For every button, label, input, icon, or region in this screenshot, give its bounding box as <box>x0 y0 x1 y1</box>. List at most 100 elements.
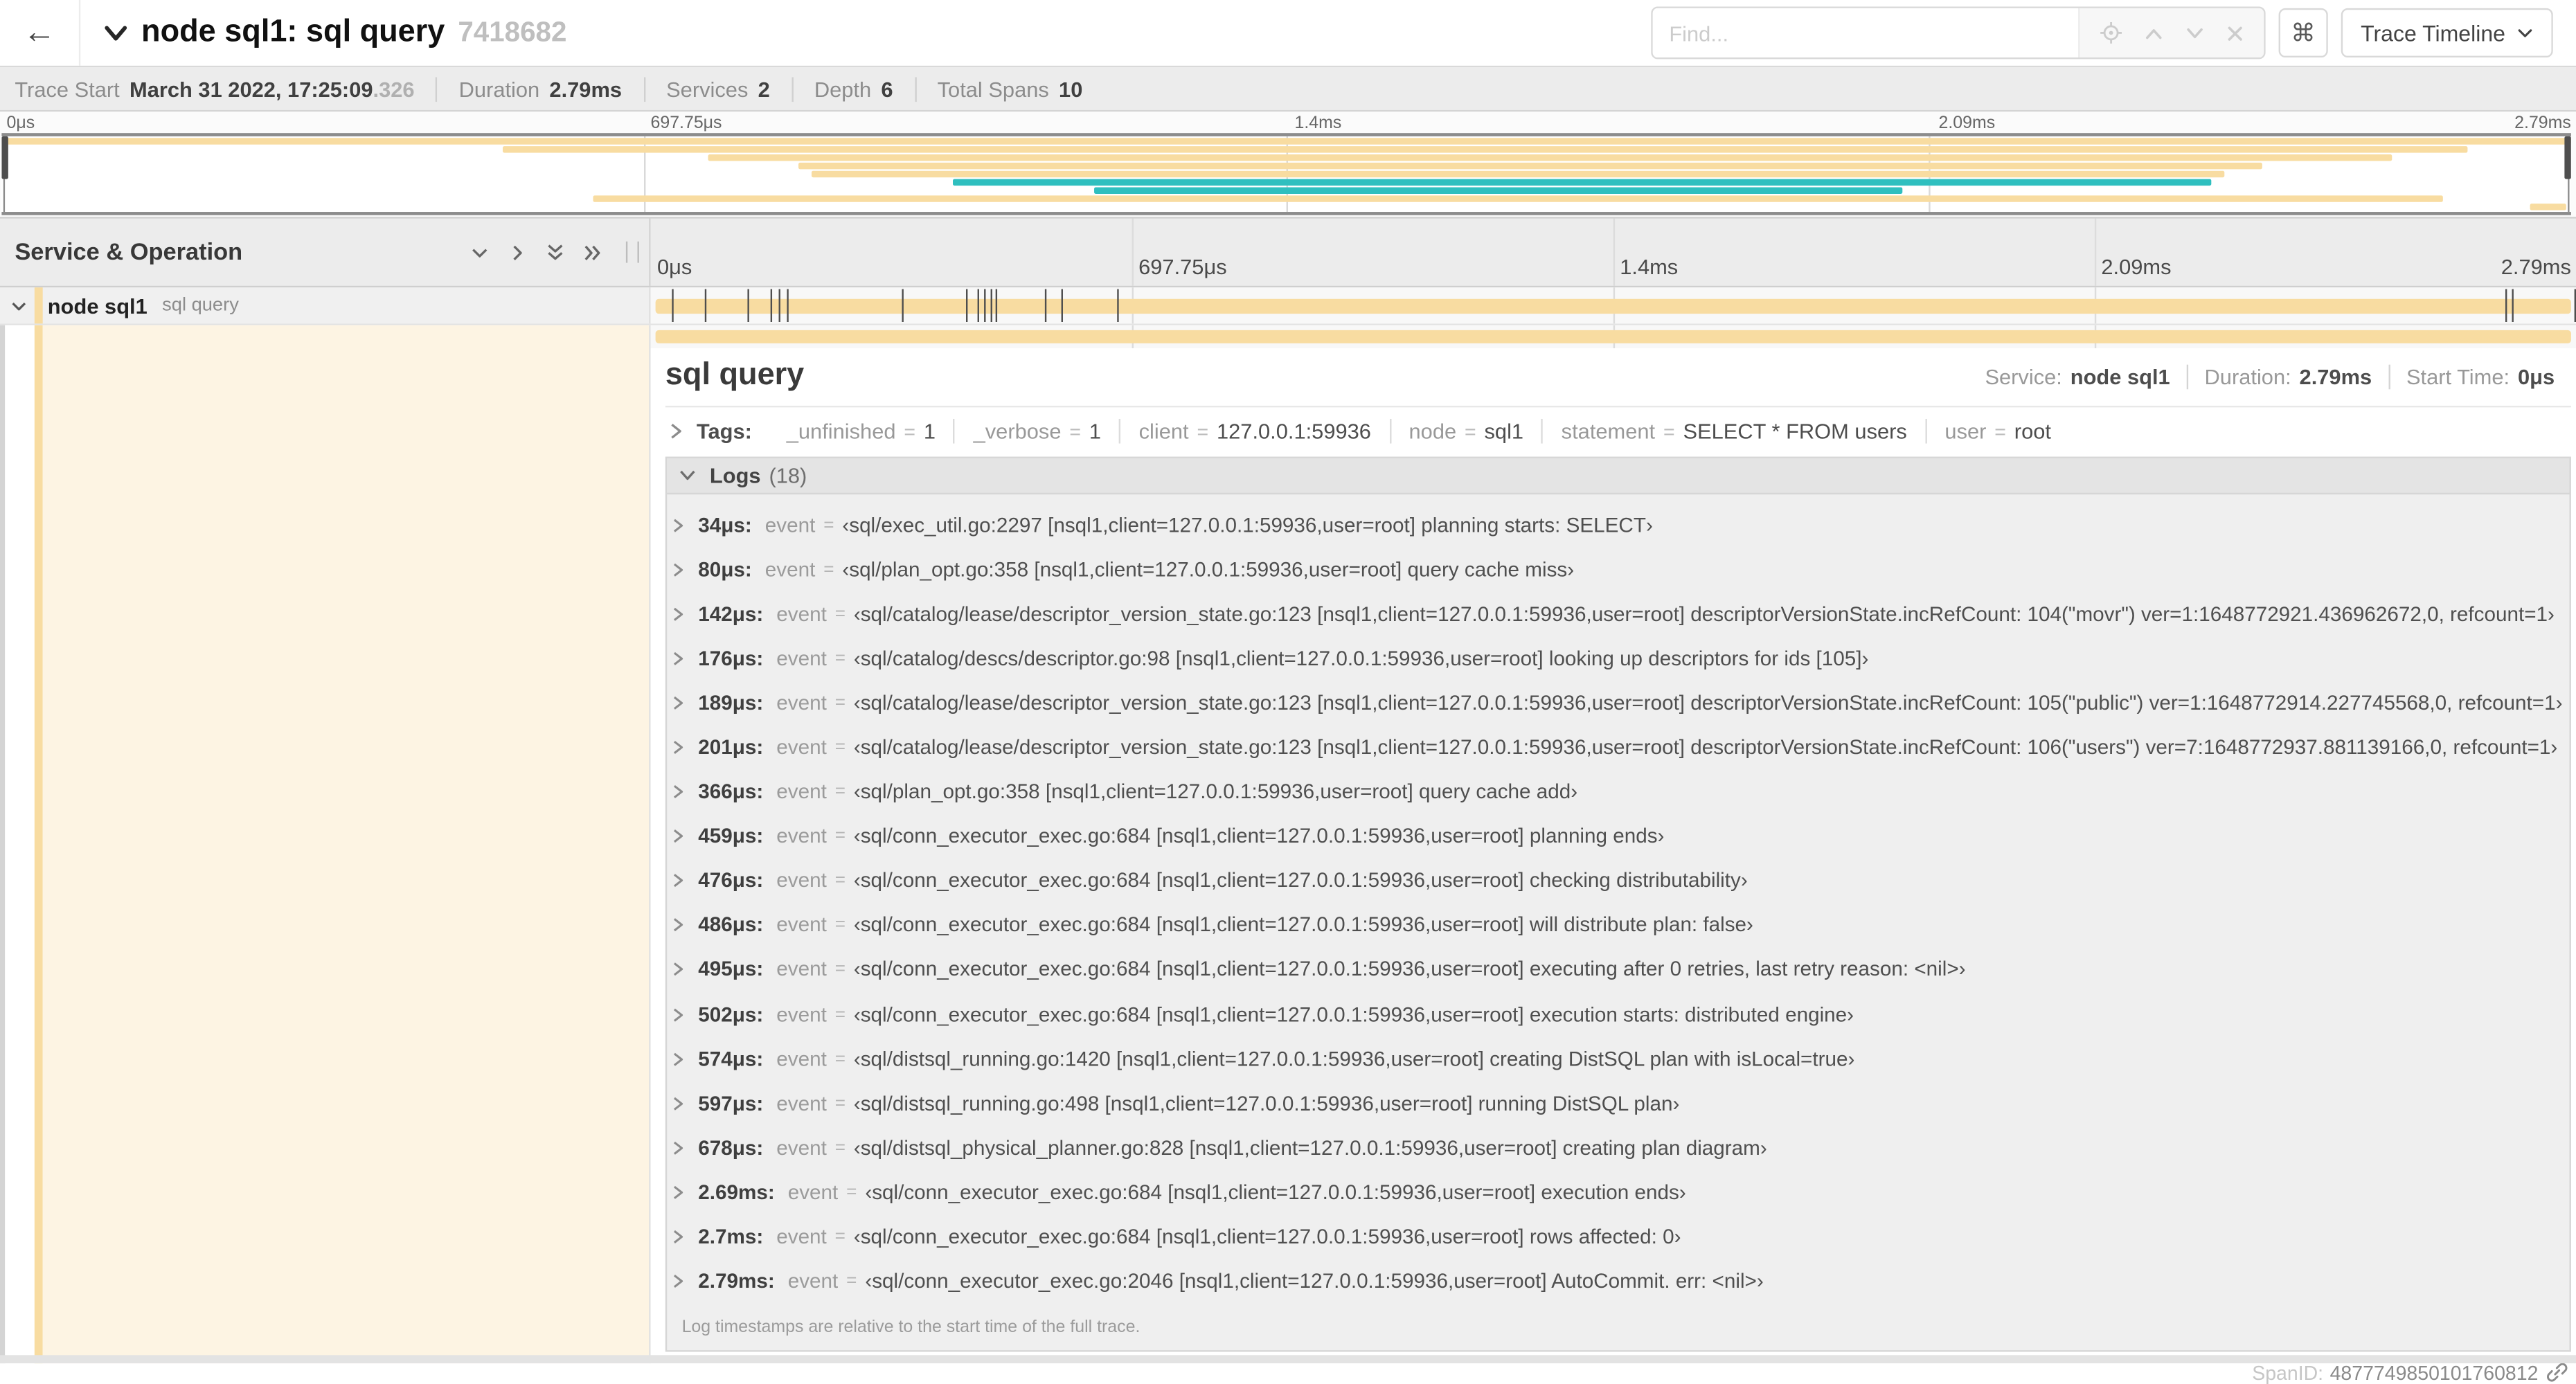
detail-meta-label: Service: <box>1985 364 2062 390</box>
chevron-down-icon[interactable] <box>679 468 697 483</box>
log-marker[interactable] <box>779 289 781 323</box>
log-marker[interactable] <box>746 289 749 323</box>
chevron-right-icon[interactable] <box>672 694 685 711</box>
log-message: ‹sql/distsql_running.go:1420 [nsql1,clie… <box>853 1047 1855 1071</box>
logs-label: Logs <box>709 463 761 488</box>
selected-span-highlight <box>42 325 650 1364</box>
chevron-right-icon[interactable] <box>672 606 685 622</box>
chevron-right-icon[interactable] <box>669 422 683 440</box>
trace-minimap[interactable]: 0μs 697.75μs 1.4ms 2.09ms 2.79ms <box>0 111 2576 217</box>
find-input[interactable] <box>1652 8 2079 58</box>
log-marker[interactable] <box>2512 289 2514 323</box>
span-collapse-chevron-icon[interactable] <box>10 296 28 314</box>
log-marker[interactable] <box>787 289 789 323</box>
tags-accordion[interactable]: Tags: _unfinished = 1 _verbose = 1 clien… <box>665 407 2571 453</box>
tag-key: user <box>1944 418 1987 444</box>
ruler-tick-label: 0μs <box>656 254 692 280</box>
chevron-right-icon[interactable] <box>672 1051 685 1068</box>
log-entry-row[interactable]: 189μs: event = ‹sql/catalog/lease/descri… <box>672 681 2569 725</box>
ruler-tick-label: 1.4ms <box>1620 254 1679 280</box>
trace-id: 7418682 <box>458 16 567 48</box>
minimap-tick-label: 697.75μs <box>650 113 722 134</box>
span-row-timeline-cell[interactable] <box>650 287 2576 324</box>
span-row[interactable]: node sql1 sql query <box>0 287 2576 325</box>
log-marker[interactable] <box>977 289 979 323</box>
back-button[interactable]: ← <box>0 0 81 66</box>
collapse-one-icon[interactable] <box>470 242 490 262</box>
log-marker[interactable] <box>990 289 992 323</box>
chevron-right-icon[interactable] <box>672 917 685 934</box>
expand-one-icon[interactable] <box>508 242 527 262</box>
chevron-right-icon[interactable] <box>672 650 685 667</box>
chevron-right-icon[interactable] <box>672 1095 685 1112</box>
log-entry-row[interactable]: 597μs: event = ‹sql/distsql_running.go:4… <box>672 1081 2569 1126</box>
logs-section: Logs (18) 34μs: event = ‹sql/exec_util.g… <box>665 456 2571 1351</box>
chevron-right-icon[interactable] <box>672 561 685 578</box>
prev-match-icon[interactable] <box>2144 26 2163 40</box>
log-marker[interactable] <box>1045 289 1047 323</box>
column-resize-handle[interactable] <box>625 241 639 263</box>
logs-accordion-header[interactable]: Logs (18) <box>667 458 2570 495</box>
log-entry-row[interactable]: 142μs: event = ‹sql/catalog/lease/descri… <box>672 592 2569 636</box>
collapse-all-icon[interactable] <box>546 242 565 262</box>
chevron-right-icon[interactable] <box>672 1184 685 1201</box>
detail-row-bar-zone <box>650 325 2576 348</box>
chevron-right-icon[interactable] <box>672 1229 685 1246</box>
span-detail-panel: sql query Service: node sql1 Duration: 2… <box>650 325 2576 1384</box>
tags-label: Tags: <box>696 418 752 444</box>
log-marker[interactable] <box>1061 289 1063 323</box>
log-entry-row[interactable]: 502μs: event = ‹sql/conn_executor_exec.g… <box>672 992 2569 1036</box>
chevron-right-icon[interactable] <box>672 1140 685 1156</box>
log-marker[interactable] <box>995 289 997 323</box>
log-entry-row[interactable]: 495μs: event = ‹sql/conn_executor_exec.g… <box>672 948 2569 992</box>
log-marker[interactable] <box>704 289 706 323</box>
chevron-right-icon[interactable] <box>672 739 685 756</box>
minimap-canvas[interactable] <box>1 133 2571 215</box>
equals-sign: = <box>834 1004 846 1025</box>
log-entry-row[interactable]: 366μs: event = ‹sql/plan_opt.go:358 [nsq… <box>672 770 2569 814</box>
trace-view-selector[interactable]: Trace Timeline <box>2341 8 2553 58</box>
log-entry-row[interactable]: 574μs: event = ‹sql/distsql_running.go:1… <box>672 1036 2569 1081</box>
chevron-right-icon[interactable] <box>672 828 685 845</box>
log-entry-row[interactable]: 2.79ms: event = ‹sql/conn_executor_exec.… <box>672 1259 2569 1304</box>
log-marker[interactable] <box>672 289 674 323</box>
log-timestamp: 176μs: <box>698 647 764 670</box>
log-entry-row[interactable]: 486μs: event = ‹sql/conn_executor_exec.g… <box>672 903 2569 947</box>
keyboard-shortcuts-button[interactable]: ⌘ <box>2278 8 2328 58</box>
log-marker[interactable] <box>1116 289 1119 323</box>
viewport-left-scrubber[interactable] <box>1 136 8 179</box>
log-entry-row[interactable]: 80μs: event = ‹sql/plan_opt.go:358 [nsql… <box>672 547 2569 591</box>
log-entry-row[interactable]: 2.7ms: event = ‹sql/conn_executor_exec.g… <box>672 1214 2569 1259</box>
log-entry-row[interactable]: 678μs: event = ‹sql/distsql_physical_pla… <box>672 1126 2569 1170</box>
next-match-icon[interactable] <box>2185 26 2204 40</box>
viewport-right-scrubber[interactable] <box>2564 136 2571 179</box>
clear-find-icon[interactable] <box>2226 24 2244 42</box>
log-marker[interactable] <box>901 289 904 323</box>
span-duration-bar[interactable] <box>655 298 2571 313</box>
log-entry-row[interactable]: 201μs: event = ‹sql/catalog/lease/descri… <box>672 725 2569 769</box>
log-marker[interactable] <box>965 289 967 323</box>
detail-meta-item: Start Time: 0μs <box>2388 364 2571 390</box>
log-marker[interactable] <box>984 289 986 323</box>
chevron-right-icon[interactable] <box>672 516 685 533</box>
log-entry-row[interactable]: 459μs: event = ‹sql/conn_executor_exec.g… <box>672 814 2569 859</box>
chevron-right-icon[interactable] <box>672 1273 685 1290</box>
expand-all-icon[interactable] <box>583 242 602 262</box>
log-entry-row[interactable]: 176μs: event = ‹sql/catalog/descs/descri… <box>672 636 2569 681</box>
log-message: ‹sql/plan_opt.go:358 [nsql1,client=127.0… <box>853 780 1578 804</box>
chevron-right-icon[interactable] <box>672 962 685 978</box>
chevron-right-icon[interactable] <box>672 784 685 800</box>
ruler-tick-label: 2.09ms <box>2101 254 2172 280</box>
span-row-name-cell[interactable]: node sql1 sql query <box>0 287 651 324</box>
deep-link-icon[interactable] <box>2546 1362 2568 1383</box>
log-timestamp: 2.69ms: <box>698 1180 775 1204</box>
trace-collapse-chevron-icon[interactable] <box>103 24 128 42</box>
log-entry-row[interactable]: 2.69ms: event = ‹sql/conn_executor_exec.… <box>672 1170 2569 1214</box>
chevron-right-icon[interactable] <box>672 872 685 889</box>
chevron-right-icon[interactable] <box>672 1006 685 1023</box>
log-marker[interactable] <box>2505 289 2507 323</box>
log-entry-row[interactable]: 476μs: event = ‹sql/conn_executor_exec.g… <box>672 859 2569 903</box>
log-marker[interactable] <box>770 289 772 323</box>
log-entry-row[interactable]: 34μs: event = ‹sql/exec_util.go:2297 [ns… <box>672 503 2569 547</box>
focus-target-icon[interactable] <box>2100 21 2122 44</box>
